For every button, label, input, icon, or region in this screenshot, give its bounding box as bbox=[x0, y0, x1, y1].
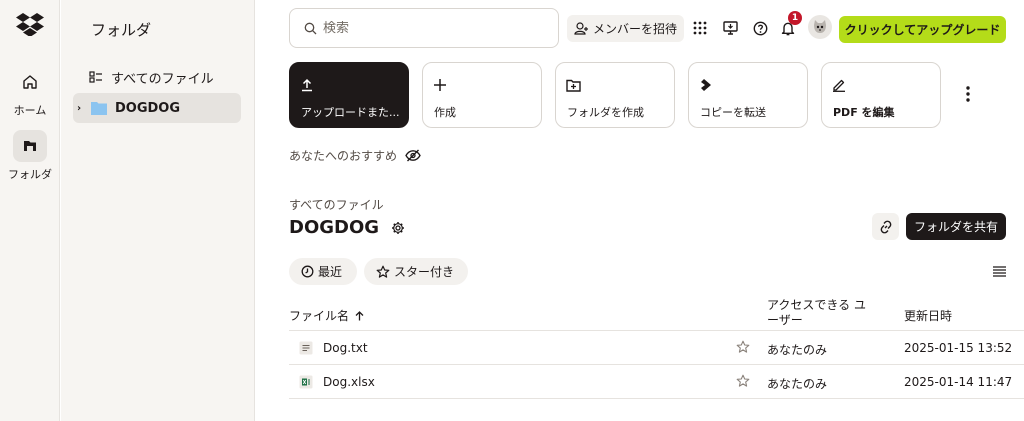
star-icon[interactable] bbox=[736, 374, 750, 388]
search-icon bbox=[304, 22, 317, 34]
chevron-right-icon[interactable]: › bbox=[77, 103, 89, 114]
recommendations-toggle[interactable]: あなたへのおすすめ bbox=[289, 147, 421, 164]
sidebar-item-dogdog[interactable]: › DOGDOG bbox=[73, 93, 241, 123]
apps-grid-icon[interactable] bbox=[690, 18, 710, 38]
desktop-app-icon[interactable] bbox=[720, 18, 740, 38]
file-name[interactable]: Dog.xlsx bbox=[323, 375, 375, 389]
rail-folder[interactable]: フォルダ bbox=[0, 130, 60, 182]
sidebar-item-label: すべてのファイル bbox=[111, 71, 214, 87]
page-title: DOGDOG bbox=[289, 217, 380, 238]
gear-icon[interactable] bbox=[391, 221, 405, 235]
star-icon[interactable] bbox=[736, 340, 750, 354]
pencil-icon bbox=[832, 75, 930, 95]
home-icon bbox=[13, 66, 47, 98]
recommend-label: あなたへのおすすめ bbox=[289, 149, 398, 163]
list-view-icon[interactable] bbox=[991, 263, 1007, 279]
column-name-header[interactable]: ファイル名 bbox=[289, 307, 364, 324]
copy-link-button[interactable] bbox=[872, 213, 899, 240]
transfer-icon bbox=[699, 75, 797, 95]
create-folder-label: フォルダを作成 bbox=[567, 106, 644, 119]
create-label: 作成 bbox=[434, 106, 456, 119]
file-table-header: ファイル名 アクセスできる ユーザー 更新日時 bbox=[289, 298, 1024, 331]
eye-off-icon bbox=[405, 149, 421, 162]
file-modified: 2025-01-14 11:47 bbox=[904, 375, 1013, 389]
rail-home[interactable]: ホーム bbox=[0, 66, 60, 118]
search-input[interactable] bbox=[323, 20, 543, 36]
cat-avatar-icon bbox=[814, 20, 826, 33]
rail-folder-label: フォルダ bbox=[8, 168, 52, 181]
file-access: あなたのみ bbox=[767, 377, 828, 391]
arrow-up-icon bbox=[355, 310, 364, 320]
upgrade-button[interactable]: クリックしてアップグレード bbox=[839, 16, 1006, 43]
help-icon[interactable] bbox=[750, 18, 770, 38]
table-row[interactable]: Dog.xlsx あなたのみ 2025-01-14 11:47 bbox=[289, 365, 1024, 399]
notification-badge: 1 bbox=[788, 11, 802, 25]
folder-blue-icon bbox=[91, 102, 107, 115]
filter-starred-label: スター付き bbox=[394, 265, 455, 279]
create-tile[interactable]: 作成 bbox=[422, 62, 542, 128]
excel-file-icon bbox=[299, 375, 313, 389]
share-folder-button[interactable]: フォルダを共有 bbox=[906, 213, 1006, 240]
add-user-icon bbox=[574, 22, 588, 35]
column-access-header[interactable]: アクセスできる ユーザー bbox=[767, 298, 867, 328]
text-file-icon bbox=[299, 341, 313, 355]
sidebar-title: フォルダ bbox=[91, 21, 152, 39]
upload-tile[interactable]: アップロードまた... bbox=[289, 62, 409, 128]
transfer-tile[interactable]: コピーを転送 bbox=[688, 62, 808, 128]
column-name-label: ファイル名 bbox=[289, 309, 350, 323]
folder-sidebar: フォルダ すべてのファイル › DOGDOG bbox=[61, 0, 255, 421]
left-rail: ホーム フォルダ bbox=[0, 0, 60, 421]
invite-label: メンバーを招待 bbox=[592, 22, 677, 36]
all-files-icon bbox=[89, 71, 102, 83]
folder-icon bbox=[13, 130, 47, 162]
dropbox-logo-icon[interactable] bbox=[16, 12, 44, 37]
star-icon bbox=[376, 265, 390, 278]
file-name[interactable]: Dog.txt bbox=[323, 341, 368, 355]
file-modified: 2025-01-15 13:52 bbox=[904, 341, 1013, 355]
upload-icon bbox=[300, 75, 398, 95]
clock-icon bbox=[301, 265, 314, 278]
new-folder-icon bbox=[566, 75, 664, 95]
table-row[interactable]: Dog.txt あなたのみ 2025-01-15 13:52 bbox=[289, 331, 1024, 365]
search-box[interactable] bbox=[289, 8, 559, 48]
invite-members-button[interactable]: メンバーを招待 bbox=[567, 15, 684, 42]
edit-pdf-label: PDF を編集 bbox=[833, 106, 895, 119]
page-title-row: DOGDOG bbox=[289, 217, 405, 238]
link-icon bbox=[880, 220, 891, 233]
filter-recent-chip[interactable]: 最近 bbox=[289, 258, 357, 285]
filter-starred-chip[interactable]: スター付き bbox=[364, 258, 468, 285]
breadcrumb[interactable]: すべてのファイル bbox=[289, 196, 384, 213]
plus-icon bbox=[433, 75, 531, 95]
rail-home-label: ホーム bbox=[13, 104, 47, 117]
edit-pdf-tile[interactable]: PDF を編集 bbox=[821, 62, 941, 128]
sidebar-item-label: DOGDOG bbox=[115, 100, 181, 116]
transfer-label: コピーを転送 bbox=[700, 106, 766, 119]
filter-recent-label: 最近 bbox=[318, 265, 343, 279]
column-modified-header[interactable]: 更新日時 bbox=[904, 307, 952, 324]
more-actions-icon[interactable] bbox=[958, 84, 978, 104]
create-folder-tile[interactable]: フォルダを作成 bbox=[555, 62, 675, 128]
file-access: あなたのみ bbox=[767, 343, 828, 357]
sidebar-item-all-files[interactable]: すべてのファイル bbox=[73, 62, 241, 92]
upload-label: アップロードまた... bbox=[301, 106, 400, 119]
avatar[interactable] bbox=[808, 15, 832, 39]
